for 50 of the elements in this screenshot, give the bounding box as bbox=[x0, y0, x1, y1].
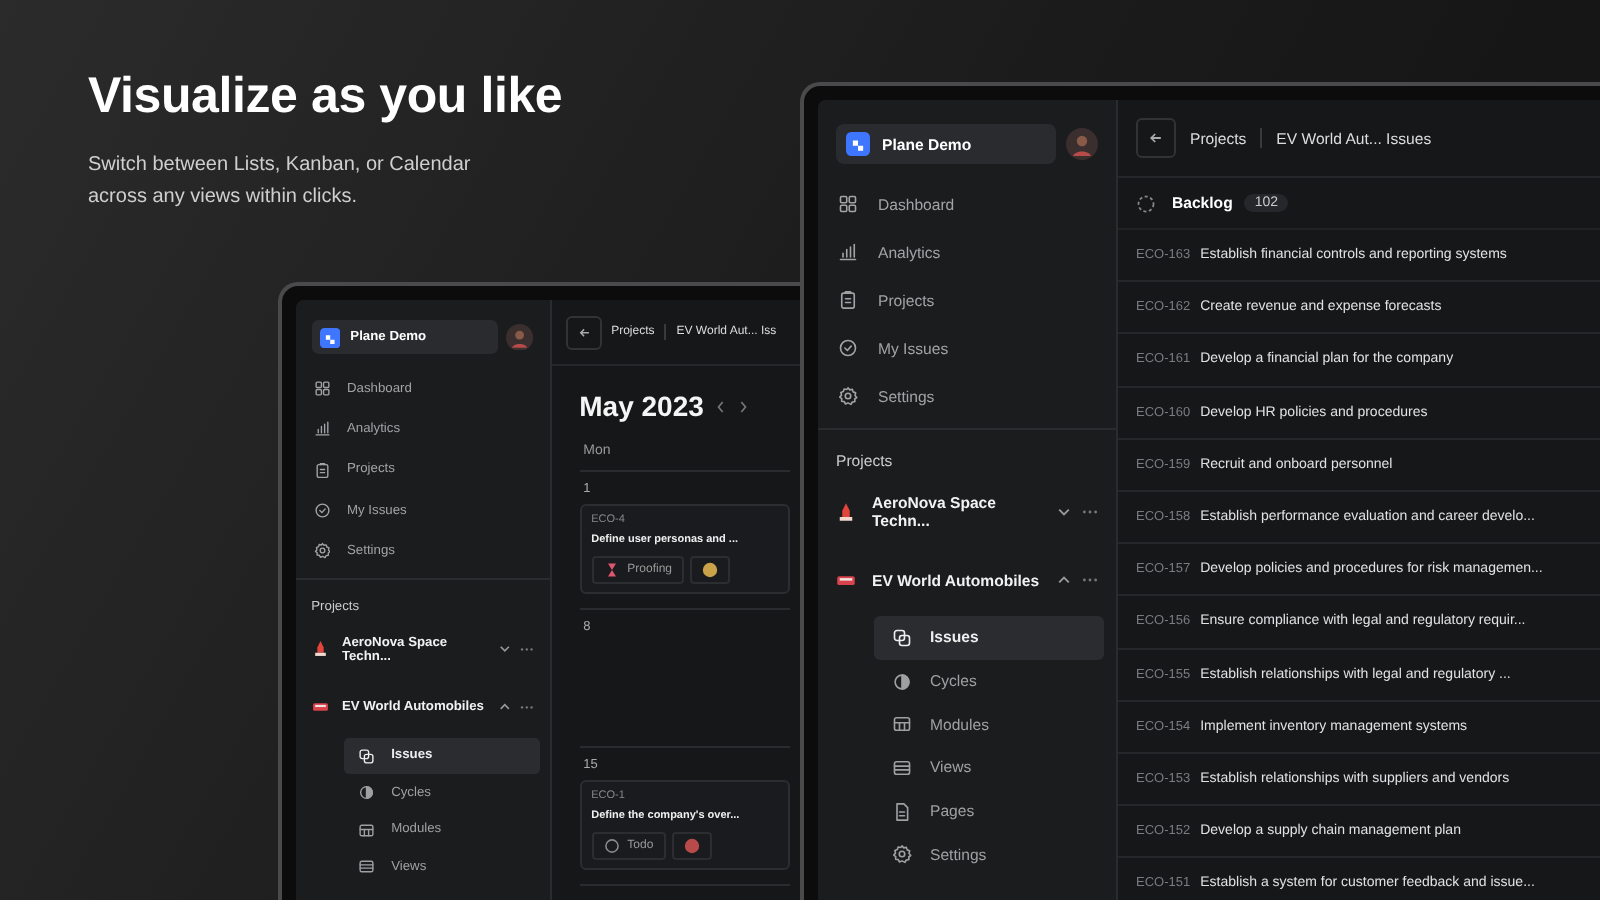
previous-icon[interactable] bbox=[715, 399, 726, 414]
subtitle: Switch between Lists, Kanban, or Calendar across any views within clicks. bbox=[88, 152, 473, 212]
hourglass-icon bbox=[603, 562, 620, 579]
check-circle-icon bbox=[838, 338, 858, 358]
chevron-icon[interactable] bbox=[498, 699, 512, 714]
back-button[interactable] bbox=[566, 315, 602, 350]
settings-icon bbox=[892, 844, 912, 865]
circle-icon bbox=[603, 838, 620, 855]
app-logo-icon bbox=[846, 132, 870, 156]
bar-chart-icon bbox=[313, 420, 330, 438]
next-icon[interactable] bbox=[737, 399, 748, 414]
check-circle-icon bbox=[313, 502, 330, 520]
more-icon[interactable] bbox=[520, 703, 534, 711]
clipboard-icon bbox=[313, 461, 330, 479]
chevron-icon[interactable] bbox=[1056, 572, 1072, 588]
settings-icon bbox=[313, 542, 330, 560]
app-logo-icon bbox=[319, 327, 341, 348]
avatar-icon[interactable] bbox=[506, 323, 534, 351]
chevron-icon[interactable] bbox=[498, 642, 512, 656]
more-icon[interactable] bbox=[520, 645, 534, 653]
rocket-icon bbox=[311, 640, 329, 658]
half-circle-icon bbox=[892, 671, 912, 692]
chevron-icon[interactable] bbox=[1056, 504, 1072, 520]
settings-icon bbox=[838, 386, 858, 406]
back-arrow-icon bbox=[577, 325, 591, 340]
layers-icon bbox=[892, 627, 912, 648]
table-icon bbox=[358, 821, 376, 839]
headline: Visualize as you like bbox=[88, 68, 563, 126]
grid-icon bbox=[313, 379, 330, 397]
document-icon bbox=[892, 801, 912, 822]
back-button[interactable] bbox=[1136, 118, 1176, 158]
avatar-icon bbox=[683, 838, 700, 855]
clipboard-icon bbox=[838, 290, 858, 310]
avatar-icon bbox=[702, 562, 718, 579]
half-circle-icon bbox=[358, 784, 376, 802]
dashed-circle-icon bbox=[1136, 193, 1156, 213]
list-icon bbox=[892, 757, 912, 778]
avatar-icon[interactable] bbox=[1066, 128, 1098, 160]
more-icon[interactable] bbox=[1082, 576, 1098, 584]
more-icon[interactable] bbox=[1082, 508, 1098, 516]
assignee-chip[interactable] bbox=[690, 556, 730, 585]
bar-chart-icon bbox=[838, 242, 858, 262]
rocket-icon bbox=[836, 502, 856, 522]
back-arrow-icon bbox=[1148, 130, 1164, 146]
assignee-chip[interactable] bbox=[671, 832, 712, 861]
layers-icon bbox=[358, 747, 376, 765]
month-title: May 2023 bbox=[579, 390, 704, 423]
table-icon bbox=[892, 714, 912, 735]
list-icon bbox=[358, 857, 376, 875]
grid-icon bbox=[838, 194, 858, 214]
